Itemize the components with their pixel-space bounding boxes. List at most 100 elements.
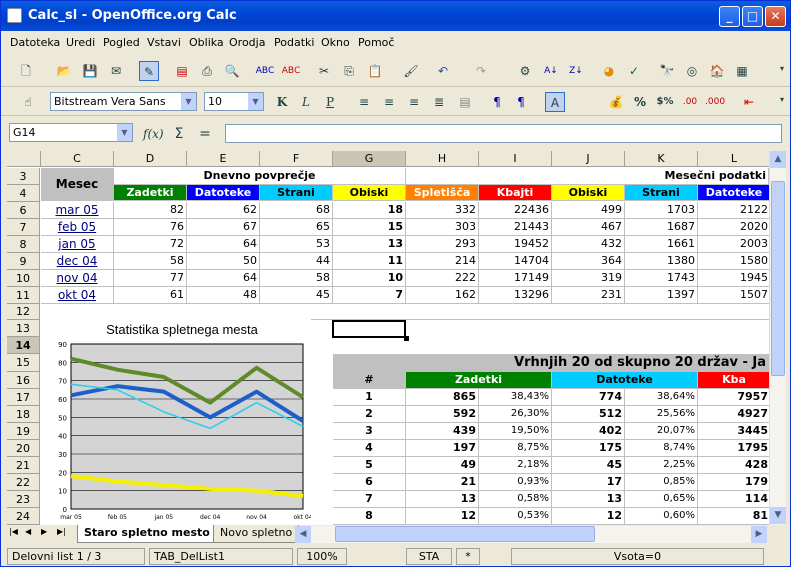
row-header-16[interactable]: 16	[7, 372, 40, 389]
fill-handle[interactable]	[404, 336, 409, 341]
sort-ascending-icon[interactable]: A↓	[541, 61, 561, 81]
sheet-tab-active[interactable]: Staro spletno mesto	[77, 525, 217, 543]
header-mesecni-podatki[interactable]: Mesečni podatki	[406, 168, 769, 185]
next-sheet-icon[interactable]: ▶	[41, 527, 47, 536]
month-link[interactable]: dec 04	[41, 253, 114, 270]
row-header-13[interactable]: 13	[7, 320, 40, 337]
top20-zadetki-pct[interactable]: 26,30%	[479, 406, 552, 423]
top20-kbajti[interactable]: 1795	[698, 440, 769, 457]
horizontal-scrollbar[interactable]: ◀ ▶	[295, 526, 767, 543]
header-strani-mesecni[interactable]: Strani	[625, 185, 698, 201]
top20-datoteke-pct[interactable]: 0,60%	[625, 508, 698, 525]
cell-h6[interactable]: 332	[406, 202, 479, 219]
month-link[interactable]: mar 05	[41, 202, 114, 219]
font-size-select[interactable]: 10 ▼	[204, 92, 264, 111]
hscroll-thumb[interactable]	[335, 526, 595, 542]
top20-datoteke-pct[interactable]: 20,07%	[625, 423, 698, 440]
chevron-down-icon[interactable]: ▼	[181, 93, 196, 110]
cell-k6[interactable]: 1703	[625, 202, 698, 219]
cell-h10[interactable]: 222	[406, 270, 479, 287]
cell-h7[interactable]: 303	[406, 219, 479, 236]
cell-f11[interactable]: 45	[260, 287, 333, 304]
header-kbajti[interactable]: Kbajti	[479, 185, 552, 201]
copy-icon[interactable]: ⎘	[339, 61, 359, 81]
spellcheck-icon[interactable]: ABC	[255, 61, 275, 81]
sum-icon[interactable]: Σ	[169, 124, 189, 144]
cell-l11[interactable]: 1507	[698, 287, 769, 304]
percent-icon[interactable]: %	[630, 92, 650, 112]
new-document-icon[interactable]: 🗋	[16, 61, 36, 81]
top20-zadetki-pct[interactable]: 2,18%	[479, 457, 552, 474]
row-header-10[interactable]: 10	[7, 270, 40, 287]
top20-datoteke-pct[interactable]: 2,25%	[625, 457, 698, 474]
cut-icon[interactable]: ✂	[314, 61, 334, 81]
toolbar-overflow-icon[interactable]: ▾	[772, 90, 791, 110]
wrap-text-icon[interactable]: A	[545, 92, 565, 112]
cell-d10[interactable]: 77	[114, 270, 187, 287]
function-icon[interactable]: =	[195, 124, 215, 144]
menu-uredi[interactable]: Uredi	[66, 36, 95, 49]
last-sheet-icon[interactable]: ▶|	[57, 527, 66, 536]
cell-d7[interactable]: 76	[114, 219, 187, 236]
top20-kbajti[interactable]: 81	[698, 508, 769, 525]
autospellcheck-icon[interactable]: ABC	[281, 61, 301, 81]
row-header-3[interactable]: 3	[7, 168, 40, 185]
top20-kbajti[interactable]: 428	[698, 457, 769, 474]
edit-file-icon[interactable]: ✎	[139, 61, 159, 81]
cell-h9[interactable]: 214	[406, 253, 479, 270]
header-strani[interactable]: Strani	[260, 185, 333, 201]
line-chart[interactable]: Statistika spletnega mesta 0 10 20 30 40 50 60 7…	[41, 316, 313, 525]
top20-zadetki[interactable]: 49	[406, 457, 479, 474]
top20-hash-header[interactable]: #	[333, 372, 406, 389]
cell-e11[interactable]: 48	[187, 287, 260, 304]
column-header-J[interactable]: J	[552, 151, 625, 167]
top20-datoteke-pct[interactable]: 25,56%	[625, 406, 698, 423]
cell-d6[interactable]: 82	[114, 202, 187, 219]
chevron-down-icon[interactable]: ▼	[117, 124, 132, 141]
header-obiski[interactable]: Obiski	[333, 185, 406, 201]
cell-d11[interactable]: 61	[114, 287, 187, 304]
menu-podatki[interactable]: Podatki	[274, 36, 314, 49]
top20-datoteke-header[interactable]: Datoteke	[552, 372, 698, 389]
row-header-7[interactable]: 7	[7, 219, 40, 236]
month-link[interactable]: jan 05	[41, 236, 114, 253]
top20-datoteke[interactable]: 45	[552, 457, 625, 474]
column-header-D[interactable]: D	[114, 151, 187, 167]
row-header-12[interactable]: 12	[7, 304, 40, 320]
cell-l9[interactable]: 1580	[698, 253, 769, 270]
cell-l8[interactable]: 2003	[698, 236, 769, 253]
scroll-up-icon[interactable]: ▲	[770, 151, 786, 168]
cell-g6[interactable]: 18	[333, 202, 406, 219]
top20-kbajti[interactable]: 3445	[698, 423, 769, 440]
menu-orodja[interactable]: Orodja	[229, 36, 265, 49]
row-header-18[interactable]: 18	[7, 406, 40, 423]
open-icon[interactable]: 📂	[54, 61, 74, 81]
cell-f6[interactable]: 68	[260, 202, 333, 219]
cell-i8[interactable]: 19452	[479, 236, 552, 253]
toolbar-overflow-icon[interactable]: ▾	[772, 59, 791, 79]
cell-g7[interactable]: 15	[333, 219, 406, 236]
top20-kbajti[interactable]: 179	[698, 474, 769, 491]
top20-datoteke[interactable]: 512	[552, 406, 625, 423]
bold-icon[interactable]: K	[272, 92, 292, 112]
column-header-H[interactable]: H	[406, 151, 479, 167]
top20-rank[interactable]: 3	[333, 423, 406, 440]
top20-datoteke[interactable]: 402	[552, 423, 625, 440]
menu-datoteka[interactable]: Datoteka	[10, 36, 60, 49]
spreadsheet-grid[interactable]: CDEFGHIJKL 3 4 6 7 8 9 10 11 12 13 14 15 16 17 18 19 20 2…	[7, 151, 769, 525]
row-header-8[interactable]: 8	[7, 236, 40, 253]
row-header-21[interactable]: 21	[7, 457, 40, 474]
email-icon[interactable]: ✉	[106, 61, 126, 81]
cell-i9[interactable]: 14704	[479, 253, 552, 270]
column-header-F[interactable]: F	[260, 151, 333, 167]
page-preview-icon[interactable]: 🔍	[222, 61, 242, 81]
rtl-icon[interactable]: ¶	[511, 92, 531, 112]
minimize-button[interactable]: _	[719, 6, 740, 27]
standard-number-icon[interactable]: $%	[655, 92, 675, 112]
cell-g10[interactable]: 10	[333, 270, 406, 287]
show-draw-functions-icon[interactable]: ✓	[624, 61, 644, 81]
decrease-indent-icon[interactable]: ⇤	[739, 92, 759, 112]
header-dnevno-povprecje[interactable]: Dnevno povprečje	[114, 168, 406, 185]
top20-zadetki[interactable]: 12	[406, 508, 479, 525]
cell-f10[interactable]: 58	[260, 270, 333, 287]
